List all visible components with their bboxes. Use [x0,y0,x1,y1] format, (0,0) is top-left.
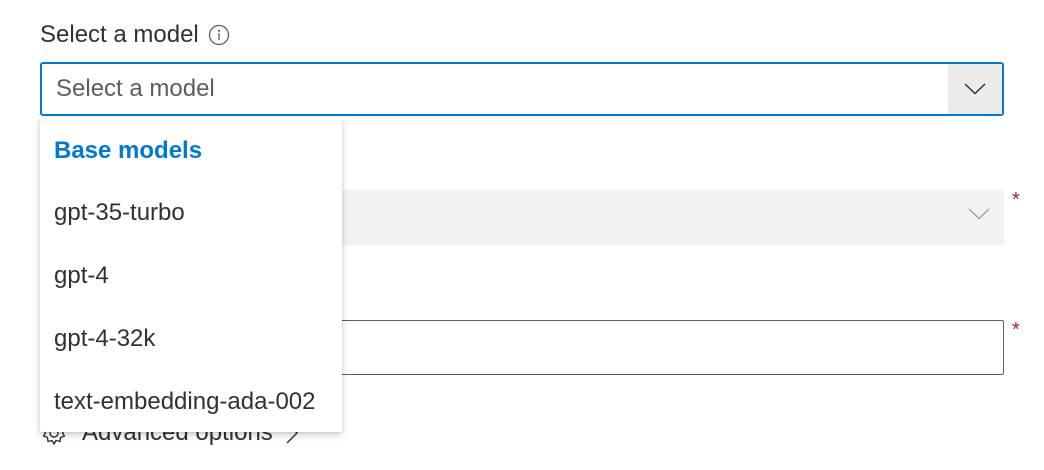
model-select[interactable]: Select a model [40,62,1004,116]
option-gpt-35-turbo[interactable]: gpt-35-turbo [40,181,342,244]
info-icon[interactable] [208,24,230,46]
required-marker: * [1012,189,1020,211]
option-gpt-4[interactable]: gpt-4 [40,244,342,307]
chevron-down-icon[interactable] [948,64,1002,114]
group-header-base-models: Base models [54,137,203,164]
deploy-model-form: Select a model Select a model * * Advanc… [0,0,1044,470]
chevron-down-icon [968,207,990,225]
model-label-row: Select a model [40,18,230,52]
model-dropdown-list: Base models gpt-35-turbo gpt-4 gpt-4-32k… [40,117,342,432]
model-label: Select a model [40,21,199,48]
model-select-placeholder: Select a model [56,75,215,102]
option-text-embedding-ada-002[interactable]: text-embedding-ada-002 [40,370,342,433]
required-marker: * [1012,319,1020,341]
option-gpt-4-32k[interactable]: gpt-4-32k [40,307,342,370]
